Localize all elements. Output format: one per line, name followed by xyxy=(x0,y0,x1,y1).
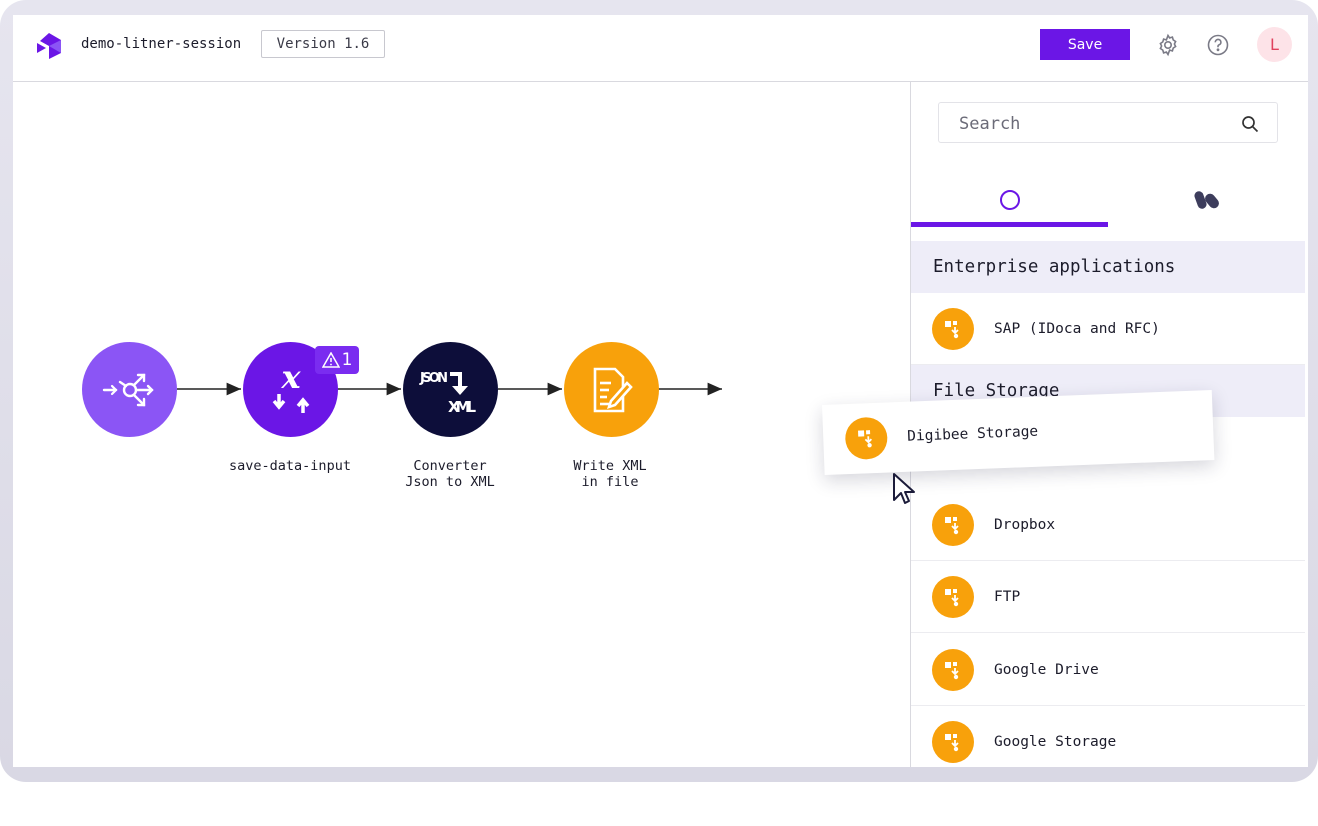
component-item-dropbox[interactable]: Dropbox xyxy=(911,489,1305,561)
component-item-google-storage[interactable]: Google Storage xyxy=(911,706,1305,767)
digibee-logo-icon xyxy=(37,33,61,59)
top-bar: demo-litner-session Version 1.6 Save L xyxy=(13,15,1308,82)
warning-count: 1 xyxy=(341,350,353,370)
connector-icon xyxy=(932,575,974,618)
tab-components[interactable] xyxy=(911,172,1108,227)
search-input[interactable] xyxy=(939,103,1251,144)
dragging-component-label: Digibee Storage xyxy=(906,423,1039,445)
json-to-xml-icon: JSON XML xyxy=(419,371,476,416)
app-window: demo-litner-session Version 1.6 Save L x… xyxy=(13,15,1308,767)
pipeline-node-converter[interactable]: JSON XML xyxy=(403,342,498,437)
search-icon[interactable] xyxy=(1241,115,1259,133)
component-item-label: SAP (IDoca and RFC) xyxy=(994,320,1160,337)
pipeline-node-trigger[interactable] xyxy=(82,342,177,437)
component-item-label: Dropbox xyxy=(994,516,1056,533)
file-write-icon xyxy=(593,367,633,412)
node-label-converter: Converter Json to XML xyxy=(405,458,495,490)
component-item-label: FTP xyxy=(994,588,1021,605)
svg-text:x: x xyxy=(280,360,301,396)
version-badge[interactable]: Version 1.6 xyxy=(261,30,385,58)
capsules-icon xyxy=(1193,190,1219,209)
session-name: demo-litner-session xyxy=(81,36,242,52)
trigger-icon xyxy=(102,373,154,406)
dragging-component-digibee-storage[interactable]: Digibee Storage xyxy=(822,390,1215,475)
pipeline-canvas[interactable]: x 1 JSON XML save-data-input Converter J… xyxy=(13,82,910,767)
connector-icon xyxy=(844,416,889,461)
connector-icon xyxy=(932,720,974,763)
pipeline-node-write-xml[interactable] xyxy=(564,342,659,437)
json-text: JSON xyxy=(419,371,448,386)
component-item-google-drive[interactable]: Google Drive xyxy=(911,634,1305,706)
mouse-cursor-icon xyxy=(893,473,915,504)
settings-icon[interactable] xyxy=(1156,33,1180,57)
section-enterprise-applications: Enterprise applications xyxy=(911,241,1305,293)
warning-icon xyxy=(321,352,340,368)
sidebar-tabs xyxy=(911,172,1305,227)
connector-icon xyxy=(932,648,974,691)
tab-capsules[interactable] xyxy=(1108,172,1305,227)
xml-text: XML xyxy=(448,398,476,416)
variable-icon: x xyxy=(272,360,309,413)
circle-icon xyxy=(999,189,1020,210)
component-item-label: Google Drive xyxy=(994,661,1099,678)
active-tab-indicator xyxy=(911,222,1108,227)
save-button[interactable]: Save xyxy=(1040,29,1130,60)
avatar[interactable]: L xyxy=(1257,27,1292,62)
connector-icon xyxy=(932,503,974,546)
component-item-label: Google Storage xyxy=(994,733,1117,750)
component-item-sap[interactable]: SAP (IDoca and RFC) xyxy=(911,293,1305,365)
component-item-ftp[interactable]: FTP xyxy=(911,561,1305,633)
search-box[interactable] xyxy=(938,102,1278,144)
warning-badge[interactable]: 1 xyxy=(315,346,359,374)
help-icon[interactable] xyxy=(1206,33,1230,57)
node-label-save-data-input: save-data-input xyxy=(229,458,351,474)
connector-icon xyxy=(932,307,974,350)
node-label-write-xml: Write XML in file xyxy=(573,458,647,490)
